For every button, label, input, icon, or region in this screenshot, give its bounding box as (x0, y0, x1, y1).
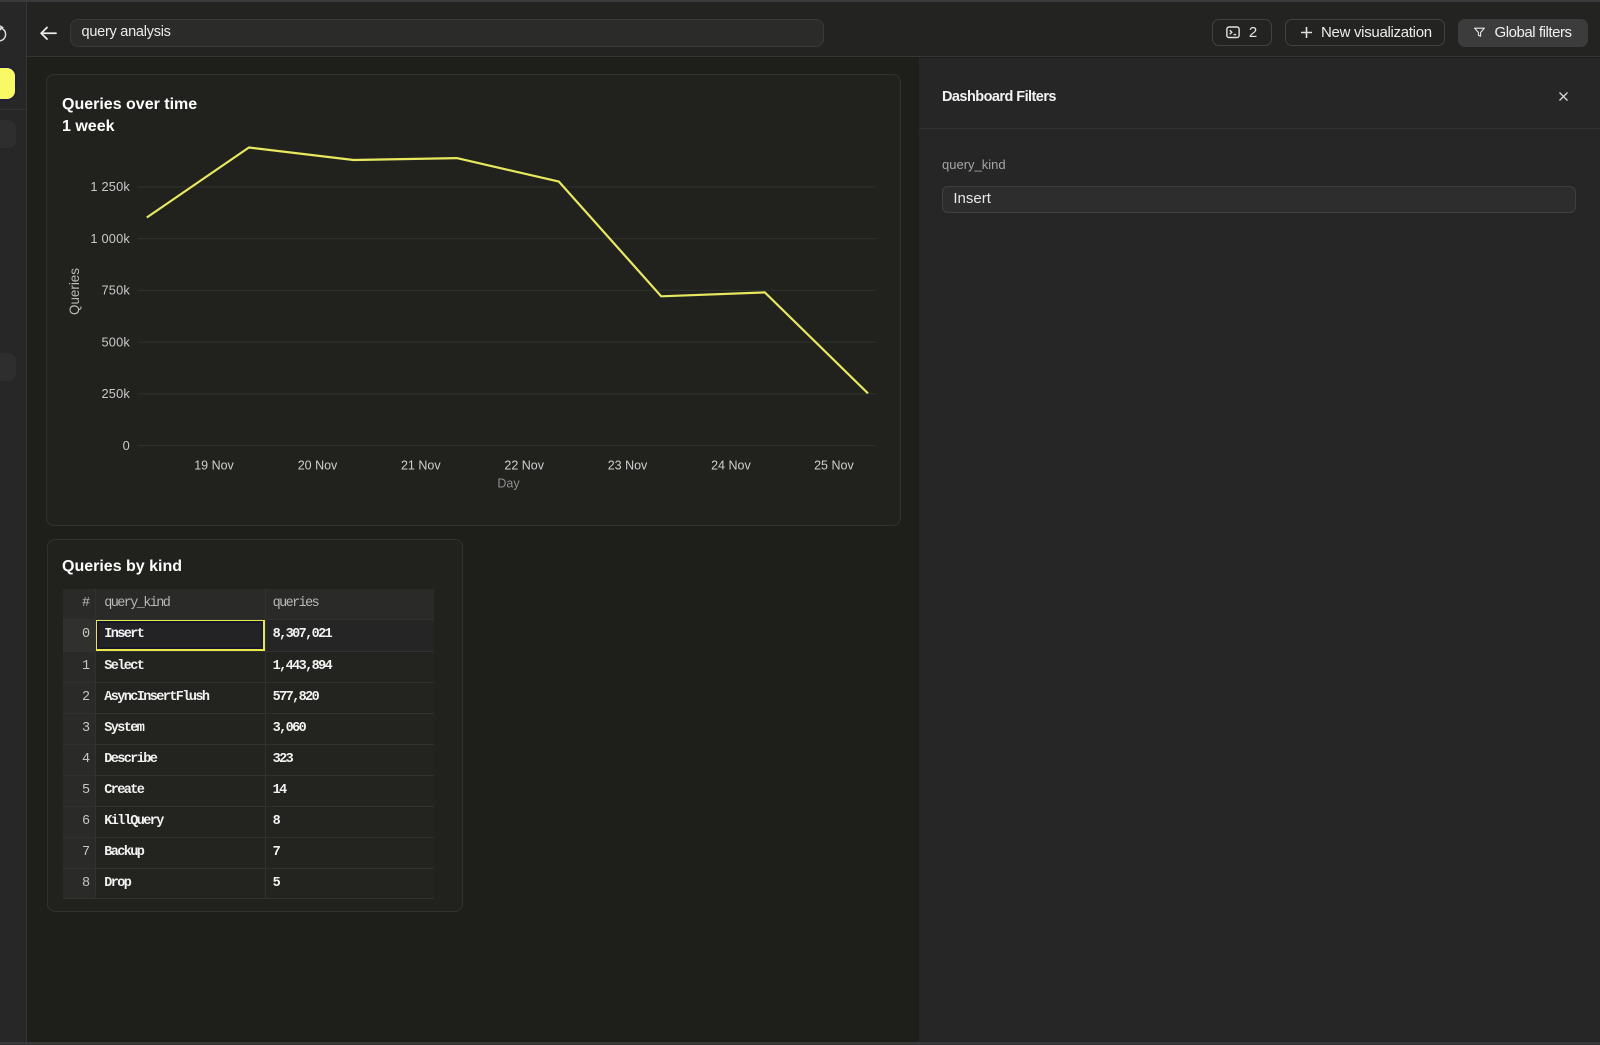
svg-text:23 Nov: 23 Nov (607, 459, 647, 473)
svg-text:22 Nov: 22 Nov (504, 459, 544, 473)
svg-text:0: 0 (122, 438, 129, 453)
svg-text:250k: 250k (101, 386, 130, 401)
svg-text:1 250k: 1 250k (90, 179, 130, 194)
svg-text:20 Nov: 20 Nov (297, 459, 337, 473)
svg-text:Day: Day (497, 477, 520, 491)
svg-text:21 Nov: 21 Nov (400, 459, 440, 473)
svg-text:Queries: Queries (67, 268, 82, 315)
svg-text:24 Nov: 24 Nov (711, 459, 751, 473)
svg-text:500k: 500k (101, 334, 130, 349)
svg-text:1 000k: 1 000k (90, 231, 130, 246)
svg-text:25 Nov: 25 Nov (814, 459, 854, 473)
svg-text:19 Nov: 19 Nov (194, 459, 234, 473)
svg-text:750k: 750k (101, 283, 130, 298)
